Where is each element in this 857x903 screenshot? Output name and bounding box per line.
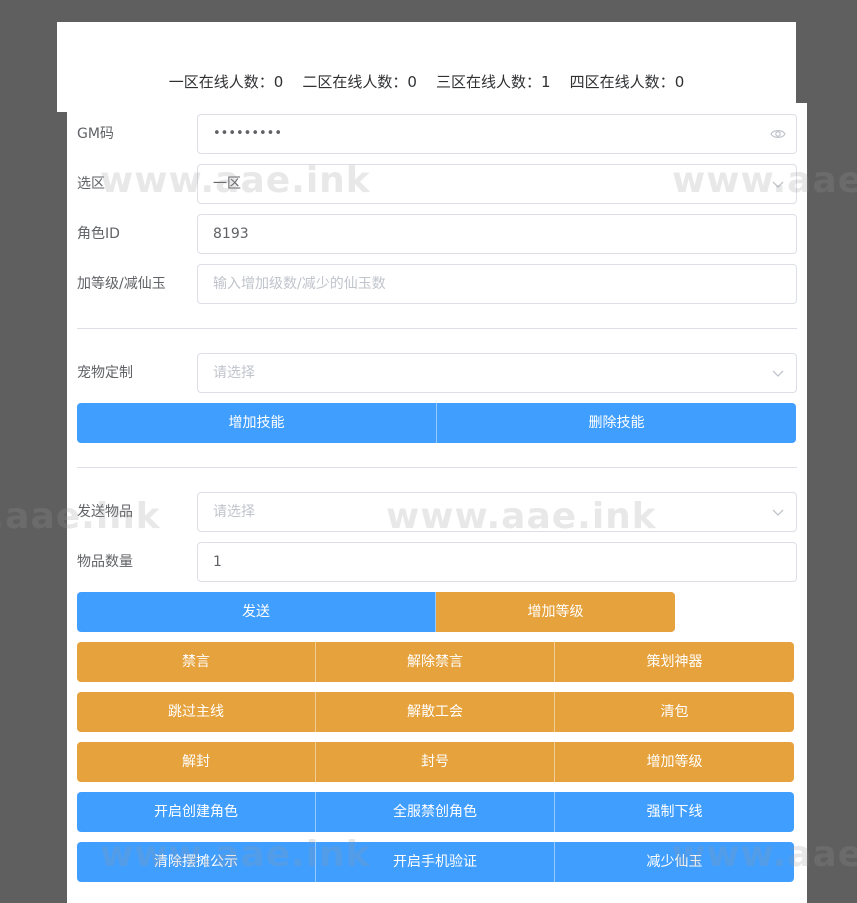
section-divider <box>77 467 797 468</box>
send-item-placeholder: 请选择 <box>213 504 255 520</box>
action-row-2: 跳过主线 解散工会 清包 <box>77 692 794 732</box>
role-id-label: 角色ID <box>77 226 120 242</box>
zone-row: 选区 一区 <box>77 164 797 204</box>
chevron-down-icon <box>772 181 784 188</box>
zone4-online-count: 0 <box>674 73 685 91</box>
item-qty-label: 物品数量 <box>77 554 133 570</box>
gm-code-row: GM码 ••••••••• <box>77 114 797 154</box>
online-stats-card: 一区在线人数：0 二区在线人数：0 三区在线人数：1 四区在线人数：0 <box>57 22 796 112</box>
zone-select[interactable]: 一区 <box>197 164 797 204</box>
gm-code-label: GM码 <box>77 126 114 142</box>
add-level-button[interactable]: 增加等级 <box>436 592 675 632</box>
server-ban-create-role-button[interactable]: 全服禁创角色 <box>316 792 555 832</box>
role-id-value: 8193 <box>213 226 249 242</box>
action-row-5: 清除摆摊公示 开启手机验证 减少仙玉 <box>77 842 794 882</box>
skip-main-quest-button[interactable]: 跳过主线 <box>77 692 316 732</box>
level-jade-row: 加等级/减仙玉 输入增加级数/减少的仙玉数 <box>77 264 797 304</box>
zone1-online-label: 一区在线人数： <box>168 73 274 91</box>
item-qty-value: 1 <box>213 554 222 570</box>
level-jade-input[interactable]: 输入增加级数/减少的仙玉数 <box>197 264 797 304</box>
gm-code-value: ••••••••• <box>213 126 283 141</box>
level-jade-placeholder: 输入增加级数/减少的仙玉数 <box>213 276 386 292</box>
pet-placeholder: 请选择 <box>213 365 255 381</box>
send-item-select[interactable]: 请选择 <box>197 492 797 532</box>
unmute-button[interactable]: 解除禁言 <box>316 642 555 682</box>
mute-button[interactable]: 禁言 <box>77 642 316 682</box>
zone-label: 选区 <box>77 176 105 192</box>
zone1-online-count: 0 <box>273 73 284 91</box>
zone2-online-count: 0 <box>407 73 417 91</box>
unban-button[interactable]: 解封 <box>77 742 316 782</box>
pet-row: 宠物定制 请选择 <box>77 353 797 393</box>
send-item-row: 发送物品 请选择 <box>77 492 797 532</box>
disband-guild-button[interactable]: 解散工会 <box>316 692 555 732</box>
reduce-jade-button[interactable]: 减少仙玉 <box>555 842 794 882</box>
ban-button[interactable]: 封号 <box>316 742 555 782</box>
action-row-1: 禁言 解除禁言 策划神器 <box>77 642 794 682</box>
enable-create-role-button[interactable]: 开启创建角色 <box>77 792 316 832</box>
eye-icon[interactable] <box>770 127 786 141</box>
chevron-down-icon <box>772 509 784 516</box>
planner-artifact-button[interactable]: 策划神器 <box>555 642 794 682</box>
gm-code-field[interactable]: ••••••••• <box>197 114 797 154</box>
item-qty-row: 物品数量 1 <box>77 542 797 582</box>
skill-button-group: 增加技能 删除技能 <box>77 403 796 443</box>
role-id-input[interactable]: 8193 <box>197 214 797 254</box>
role-id-row: 角色ID 8193 <box>77 214 797 254</box>
enable-phone-verify-button[interactable]: 开启手机验证 <box>316 842 555 882</box>
zone-value: 一区 <box>213 176 241 192</box>
zone3-online-label: 三区在线人数： <box>436 73 542 91</box>
action-row-4: 开启创建角色 全服禁创角色 强制下线 <box>77 792 794 832</box>
send-button-group: 发送 增加等级 <box>77 592 675 632</box>
pet-label: 宠物定制 <box>77 365 133 381</box>
remove-skill-button[interactable]: 删除技能 <box>437 403 796 443</box>
clear-bag-button[interactable]: 清包 <box>555 692 794 732</box>
pet-select[interactable]: 请选择 <box>197 353 797 393</box>
add-level-button-2[interactable]: 增加等级 <box>555 742 794 782</box>
zone4-online-label: 四区在线人数： <box>569 73 675 91</box>
section-divider <box>77 328 797 329</box>
level-jade-label: 加等级/减仙玉 <box>77 276 166 292</box>
gm-form-card: GM码 ••••••••• 选区 一区 角色ID 8193 加等级/减仙玉 输入… <box>67 103 807 903</box>
online-stats: 一区在线人数：0 二区在线人数：0 三区在线人数：1 四区在线人数：0 <box>57 71 796 92</box>
zone2-online-label: 二区在线人数： <box>302 73 408 91</box>
force-offline-button[interactable]: 强制下线 <box>555 792 794 832</box>
action-row-3: 解封 封号 增加等级 <box>77 742 794 782</box>
send-button[interactable]: 发送 <box>77 592 436 632</box>
item-qty-input[interactable]: 1 <box>197 542 797 582</box>
add-skill-button[interactable]: 增加技能 <box>77 403 437 443</box>
send-item-label: 发送物品 <box>77 504 133 520</box>
clear-stall-notice-button[interactable]: 清除摆摊公示 <box>77 842 316 882</box>
zone3-online-count: 1 <box>541 73 551 91</box>
chevron-down-icon <box>772 370 784 377</box>
